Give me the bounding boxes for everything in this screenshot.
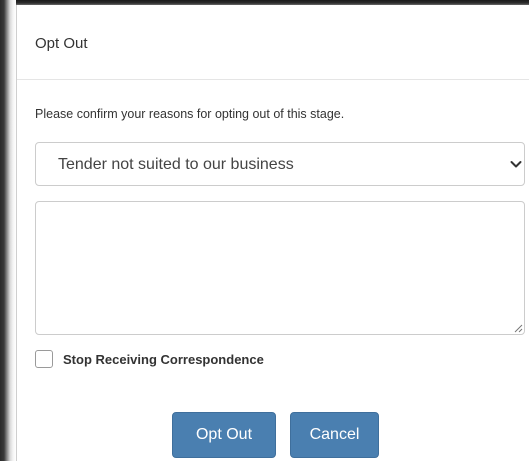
- opt-out-window: Opt Out Please confirm your reasons for …: [0, 0, 529, 461]
- window-shadow-left: [0, 0, 16, 461]
- stop-correspondence-checkbox[interactable]: [35, 350, 53, 368]
- opt-out-dialog: Opt Out Please confirm your reasons for …: [16, 5, 529, 461]
- resize-grip-icon[interactable]: [513, 323, 523, 333]
- cancel-button[interactable]: Cancel: [290, 412, 379, 458]
- reason-select[interactable]: Tender not suited to our business: [35, 142, 525, 186]
- opt-out-prompt: Please confirm your reasons for opting o…: [35, 107, 345, 121]
- dialog-title: Opt Out: [35, 35, 88, 52]
- dialog-header: Opt Out: [17, 5, 529, 80]
- reason-select-value: Tender not suited to our business: [58, 156, 294, 173]
- reason-comments-textarea[interactable]: [35, 201, 525, 335]
- stop-correspondence-label[interactable]: Stop Receiving Correspondence: [63, 352, 264, 367]
- opt-out-button[interactable]: Opt Out: [172, 412, 276, 458]
- chevron-down-icon: [510, 161, 522, 168]
